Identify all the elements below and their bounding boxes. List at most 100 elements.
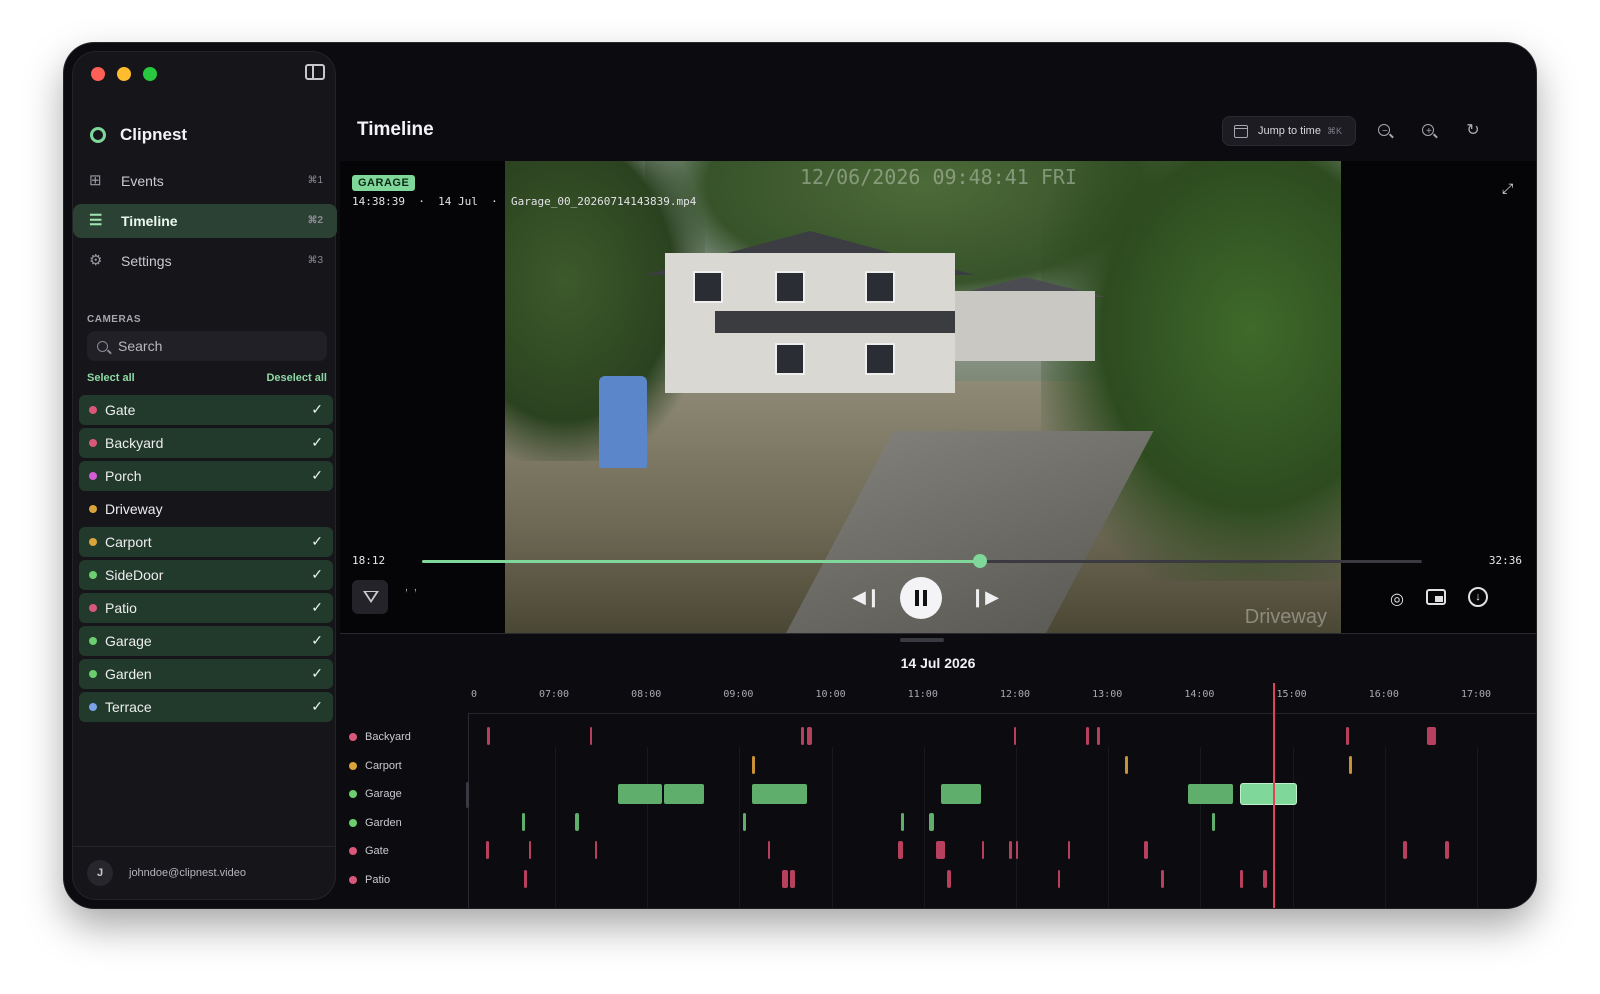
lane-label-garden[interactable]: Garden [349, 815, 402, 831]
timeline-event[interactable] [790, 870, 795, 888]
close-window-button[interactable] [91, 67, 105, 81]
zoom-in-button[interactable]: + [1419, 121, 1439, 141]
nav-item-settings[interactable]: ⚙ Settings ⌘3 [73, 244, 337, 278]
camera-item-carport[interactable]: Carport ✓ [79, 527, 333, 557]
camera-item-terrace[interactable]: Terrace ✓ [79, 692, 333, 722]
timeline-event[interactable] [743, 812, 746, 831]
scrubber[interactable] [422, 554, 1422, 568]
timeline-event[interactable] [807, 727, 812, 745]
axis-tick: 09:00 [723, 689, 754, 700]
camera-name: SideDoor [105, 567, 164, 583]
camera-item-backyard[interactable]: Backyard ✓ [79, 428, 333, 458]
camera-item-garden[interactable]: Garden ✓ [79, 659, 333, 689]
timeline-event[interactable] [801, 727, 804, 745]
timeline-event[interactable] [752, 755, 755, 774]
refresh-icon[interactable]: ↻ [1463, 121, 1483, 141]
minimize-window-button[interactable] [117, 67, 131, 81]
timeline-event[interactable] [1445, 841, 1449, 860]
timeline-event[interactable] [1240, 870, 1243, 888]
zoom-window-button[interactable] [143, 67, 157, 81]
timeline-event[interactable] [1014, 727, 1016, 745]
timeline-event[interactable] [898, 841, 903, 860]
airplay-icon[interactable]: ◎ [1390, 589, 1404, 609]
camera-item-driveway[interactable]: Driveway [79, 494, 333, 524]
timeline-event[interactable] [982, 841, 984, 860]
timeline-event[interactable] [1125, 755, 1128, 774]
timeline-event[interactable] [929, 812, 934, 831]
timeline-event[interactable] [752, 784, 807, 805]
timeline-event[interactable] [529, 841, 531, 860]
camera-search[interactable]: Search [87, 331, 327, 361]
detection-filter-button[interactable] [352, 580, 388, 614]
timeline-event[interactable] [1188, 784, 1233, 805]
timeline-event[interactable] [618, 784, 662, 805]
download-icon[interactable]: ↓ [1468, 587, 1488, 607]
sidebar-toggle-icon[interactable] [305, 64, 325, 80]
timeline-event[interactable] [664, 784, 704, 805]
timeline-event[interactable] [1212, 812, 1215, 831]
nav-item-events[interactable]: ⊞ Events ⌘1 [73, 164, 337, 198]
timeline-event[interactable] [522, 812, 525, 831]
expand-icon[interactable]: ⤢ [1502, 181, 1516, 195]
lane-label-garage[interactable]: Garage [349, 786, 402, 802]
timeline-event[interactable] [524, 870, 527, 888]
previous-clip-icon[interactable]: ◀❙ [852, 587, 881, 608]
funnel-icon[interactable] [406, 589, 416, 603]
timeline-event[interactable] [1349, 755, 1352, 774]
timeline-event[interactable] [1161, 870, 1164, 888]
lane-label-carport[interactable]: Carport [349, 758, 402, 774]
timeline-event[interactable] [782, 870, 788, 888]
timeline-event[interactable] [595, 841, 597, 860]
timeline-event[interactable] [947, 870, 951, 888]
timeline-event[interactable] [575, 812, 579, 831]
lane-label-patio[interactable]: Patio [349, 872, 390, 888]
jump-to-time-button[interactable]: Jump to time ⌘K [1222, 116, 1356, 146]
timeline-event[interactable] [1097, 727, 1100, 745]
timeline-event[interactable] [1058, 870, 1060, 888]
timeline-event[interactable] [1068, 841, 1070, 860]
timeline-event[interactable] [1086, 727, 1089, 745]
timeline-event[interactable] [941, 784, 981, 805]
timeline-event[interactable] [1144, 841, 1148, 860]
timeline-event[interactable] [486, 841, 489, 860]
timeline-event[interactable] [936, 841, 945, 860]
timeline-event[interactable] [901, 812, 904, 831]
lane-label-backyard[interactable]: Backyard [349, 729, 411, 745]
timeline-panel[interactable]: 0 07:00 08:00 09:00 10:00 11:00 12:00 13:00 14:… [340, 679, 1536, 908]
avatar[interactable]: J [87, 860, 113, 886]
timeline-playhead[interactable] [1273, 683, 1276, 908]
video-player[interactable]: 12/06/2026 09:48:41 FRI Driveway GARAGE … [340, 161, 1536, 633]
timeline-event[interactable] [1009, 841, 1012, 860]
timeline-event[interactable] [487, 727, 490, 745]
timeline-event[interactable] [1346, 727, 1349, 745]
camera-item-sidedoor[interactable]: SideDoor ✓ [79, 560, 333, 590]
panel-divider[interactable] [340, 633, 1536, 646]
timeline-event[interactable] [1427, 727, 1436, 745]
user-footer[interactable]: J johndoe@clipnest.video [73, 846, 335, 899]
resize-handle[interactable] [900, 638, 944, 642]
timeline-event[interactable] [1403, 841, 1407, 860]
checkmark-icon: ✓ [311, 698, 323, 714]
lane-label-gate[interactable]: Gate [349, 843, 389, 859]
hour-gridline [1477, 747, 1478, 908]
timeline-lanes[interactable] [468, 713, 1536, 908]
camera-item-patio[interactable]: Patio ✓ [79, 593, 333, 623]
camera-item-porch[interactable]: Porch ✓ [79, 461, 333, 491]
camera-item-garage[interactable]: Garage ✓ [79, 626, 333, 656]
timeline-event[interactable] [1263, 870, 1267, 888]
clip-meta: 14:38:39 · 14 Jul · Garage_00_2026071414… [352, 195, 697, 208]
timeline-event[interactable] [1241, 784, 1296, 805]
deselect-all-link[interactable]: Deselect all [266, 372, 327, 384]
next-clip-icon[interactable]: ❙▶ [970, 587, 999, 608]
scrubber-handle[interactable] [973, 554, 987, 568]
nav-item-timeline[interactable]: ☰ Timeline ⌘2 [73, 204, 337, 238]
timeline-event[interactable] [768, 841, 770, 860]
timeline-event[interactable] [590, 727, 592, 745]
timeline-event[interactable] [1016, 841, 1018, 860]
zoom-out-button[interactable]: − [1375, 121, 1395, 141]
picture-in-picture-icon[interactable] [1426, 589, 1446, 605]
camera-item-gate[interactable]: Gate ✓ [79, 395, 333, 425]
search-input[interactable]: Search [118, 338, 162, 354]
pause-button[interactable] [900, 577, 942, 619]
select-all-link[interactable]: Select all [87, 372, 135, 384]
